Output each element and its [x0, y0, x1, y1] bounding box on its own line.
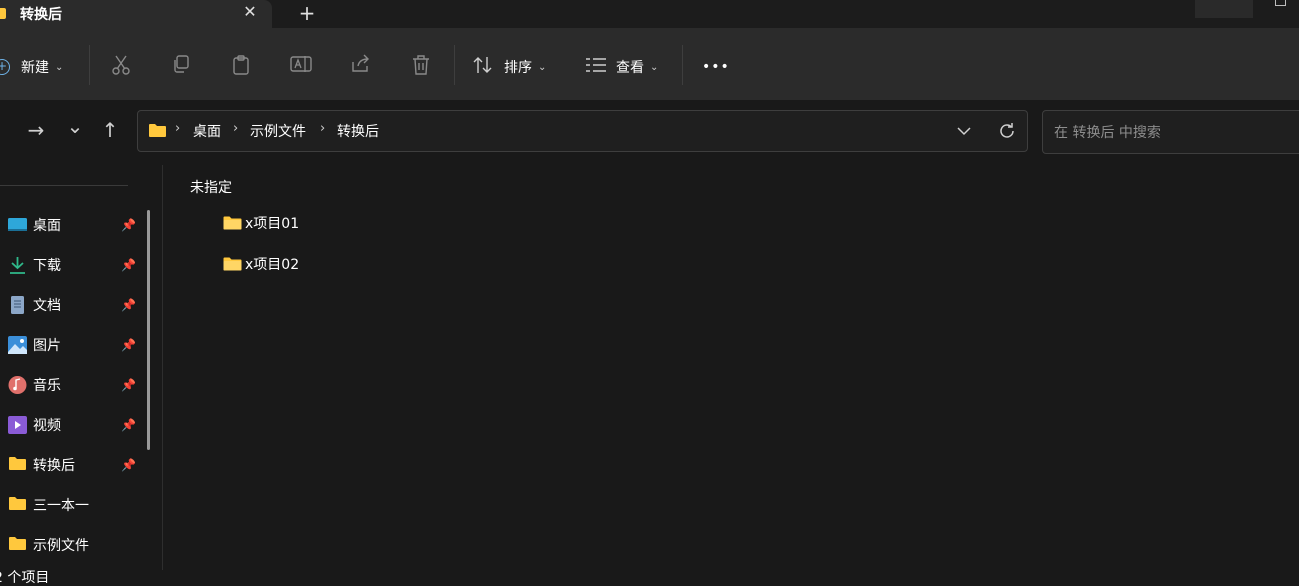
recent-locations-icon[interactable]: ⌄ — [63, 112, 87, 140]
share-icon[interactable] — [349, 54, 373, 78]
sidebar-item-documents[interactable]: 文档 📌 — [0, 287, 140, 323]
music-icon — [8, 376, 27, 394]
chevron-down-icon: ⌄ — [538, 61, 547, 73]
sidebar-item-converted[interactable]: 转换后 📌 — [0, 447, 140, 483]
pin-icon[interactable]: 📌 — [121, 298, 136, 312]
folder-icon — [148, 123, 167, 138]
breadcrumb-separator: › — [175, 121, 181, 136]
rename-icon[interactable] — [289, 54, 313, 78]
download-icon — [8, 256, 27, 274]
forward-button[interactable]: → — [24, 116, 48, 144]
copy-icon[interactable] — [169, 54, 193, 78]
sidebar-item-label: 图片 — [33, 338, 61, 354]
sort-icon — [472, 55, 494, 79]
pin-icon[interactable]: 📌 — [121, 218, 136, 232]
active-tab[interactable]: 转换后 ✕ — [0, 0, 272, 28]
toolbar-separator — [89, 45, 90, 85]
maximize-button[interactable] — [1275, 0, 1286, 6]
sidebar-item-label: 下载 — [33, 258, 61, 274]
sort-button[interactable]: 排序 ⌄ — [472, 55, 546, 79]
new-label: 新建 — [21, 60, 49, 76]
list-item[interactable]: x项目02 — [222, 250, 422, 278]
folder-icon — [8, 536, 27, 554]
address-dropdown-icon[interactable] — [955, 122, 973, 140]
breadcrumb-sample-files[interactable]: 示例文件 — [250, 121, 306, 141]
sidebar-divider — [0, 185, 128, 186]
folder-icon — [0, 8, 6, 19]
sidebar-item-label: 示例文件 — [33, 538, 89, 554]
sidebar-item-label: 三一本一 — [33, 498, 89, 514]
pin-icon[interactable]: 📌 — [121, 418, 136, 432]
folder-icon — [223, 257, 242, 271]
sidebar-item-label: 视频 — [33, 418, 61, 434]
sidebar-item-sample-files[interactable]: 示例文件 — [0, 527, 140, 563]
sidebar-item-label: 文档 — [33, 298, 61, 314]
group-header[interactable]: 未指定 — [190, 177, 232, 197]
pin-icon[interactable]: 📌 — [121, 338, 136, 352]
sidebar-item-label: 音乐 — [33, 378, 61, 394]
more-icon[interactable]: ••• — [702, 55, 730, 79]
chevron-down-icon: ⌄ — [650, 61, 659, 73]
sidebar-item-downloads[interactable]: 下载 📌 — [0, 247, 140, 283]
document-icon — [8, 296, 27, 314]
status-item-count: 2 个项目 — [0, 570, 50, 586]
sidebar-item-label: 桌面 — [33, 218, 61, 234]
minimize-button[interactable] — [1195, 0, 1253, 18]
breadcrumb-desktop[interactable]: 桌面 — [193, 121, 221, 141]
file-name: x项目01 — [245, 216, 300, 232]
pin-icon[interactable]: 📌 — [121, 258, 136, 272]
sidebar-item-pictures[interactable]: 图片 📌 — [0, 327, 140, 363]
new-tab-button[interactable]: + — [296, 1, 318, 25]
folder-icon — [8, 496, 27, 514]
plus-circle-icon: + — [0, 59, 10, 75]
view-icon — [585, 56, 607, 78]
paste-icon[interactable] — [229, 54, 253, 78]
new-button[interactable]: + 新建 ⌄ — [0, 55, 63, 79]
view-button[interactable]: 查看 ⌄ — [585, 55, 658, 79]
breadcrumb-separator: › — [233, 121, 239, 136]
list-item[interactable]: x项目01 — [222, 209, 422, 237]
search-input[interactable] — [1052, 121, 1299, 145]
breadcrumb-separator: › — [320, 121, 326, 136]
sidebar-item-sanyibenyi[interactable]: 三一本一 — [0, 487, 140, 523]
chevron-down-icon: ⌄ — [55, 61, 64, 73]
sort-label: 排序 — [504, 60, 532, 76]
delete-icon[interactable] — [409, 54, 433, 78]
sidebar-scrollbar[interactable] — [147, 210, 150, 450]
pictures-icon — [8, 336, 27, 354]
tab-title: 转换后 — [20, 7, 62, 23]
breadcrumb-converted[interactable]: 转换后 — [337, 121, 379, 141]
folder-icon — [8, 456, 27, 474]
cut-icon[interactable] — [109, 54, 133, 78]
video-icon — [8, 416, 27, 434]
toolbar-separator — [454, 45, 455, 85]
view-label: 查看 — [616, 60, 644, 76]
sidebar-item-music[interactable]: 音乐 📌 — [0, 367, 140, 403]
close-tab-icon[interactable]: ✕ — [240, 2, 260, 22]
sidebar-item-desktop[interactable]: 桌面 📌 — [0, 207, 140, 243]
sidebar-item-label: 转换后 — [33, 458, 75, 474]
toolbar-separator — [682, 45, 683, 85]
search-box[interactable] — [1042, 110, 1299, 154]
folder-icon — [223, 216, 242, 230]
refresh-icon[interactable] — [997, 121, 1017, 141]
file-name: x项目02 — [245, 257, 300, 273]
desktop-icon — [8, 216, 27, 234]
up-button[interactable]: ↑ — [98, 116, 122, 144]
sidebar-item-videos[interactable]: 视频 📌 — [0, 407, 140, 443]
pin-icon[interactable]: 📌 — [121, 458, 136, 472]
pin-icon[interactable]: 📌 — [121, 378, 136, 392]
pane-divider[interactable] — [162, 165, 163, 570]
